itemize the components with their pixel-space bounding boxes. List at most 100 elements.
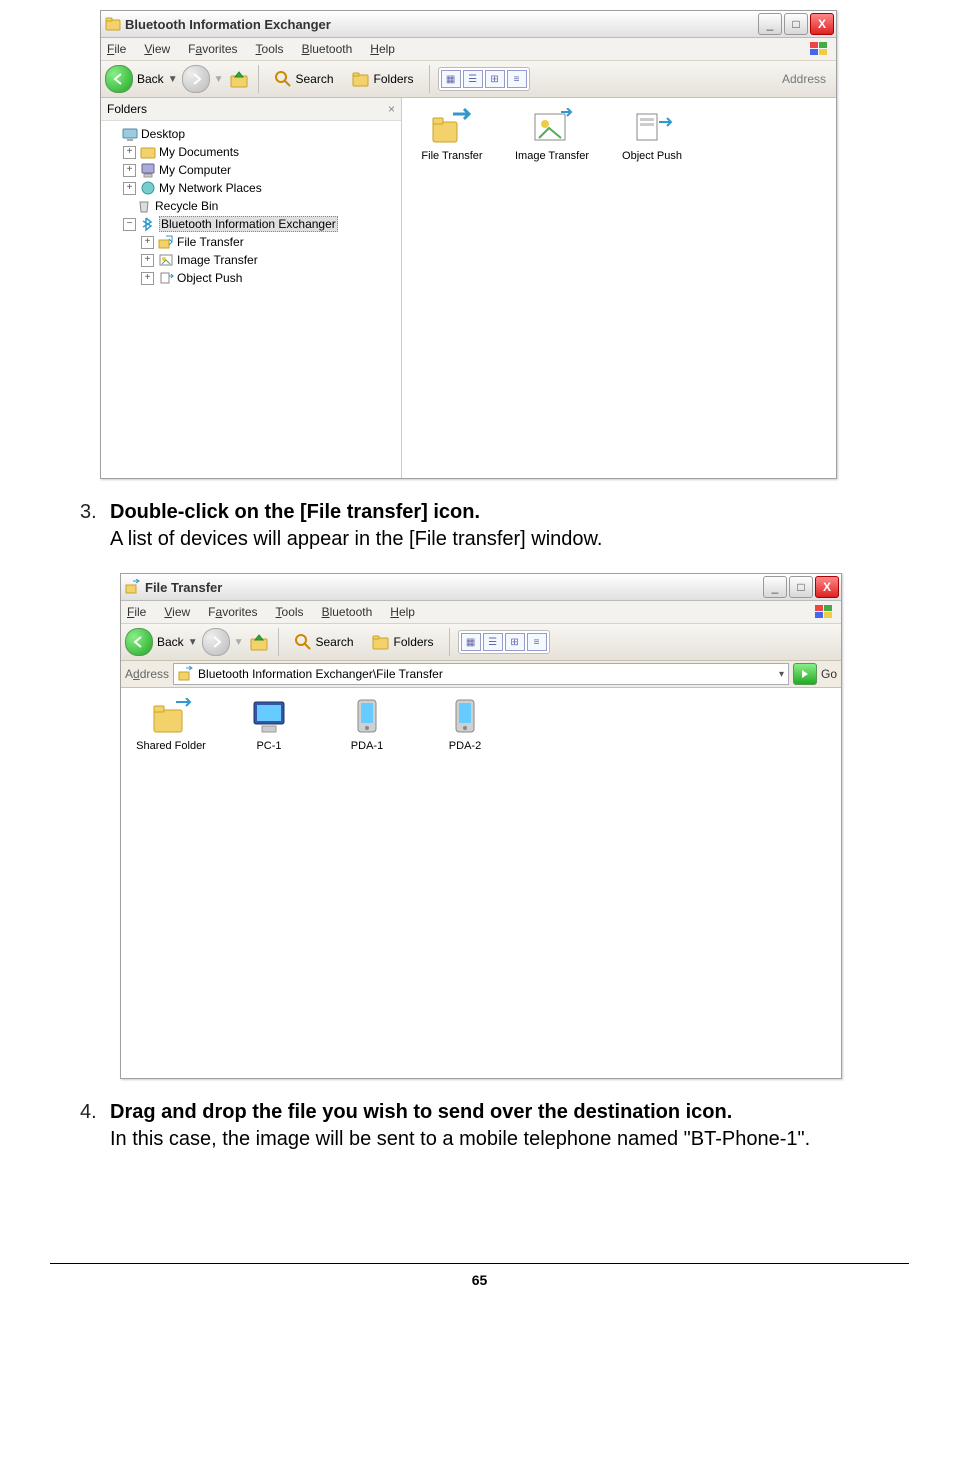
menu-bluetooth[interactable]: Bluetooth	[302, 42, 353, 56]
forward-dropdown-icon[interactable]: ▼	[234, 637, 244, 648]
folders-button[interactable]: Folders	[345, 67, 421, 91]
back-label: Back	[157, 635, 184, 649]
close-button[interactable]: X	[810, 13, 834, 35]
footer-rule	[50, 1263, 909, 1264]
expand-icon[interactable]: +	[123, 182, 136, 195]
menu-tools[interactable]: Tools	[256, 42, 284, 56]
menubar: File View Favorites Tools Bluetooth Help	[121, 601, 841, 624]
expand-icon[interactable]: +	[141, 236, 154, 249]
menu-favorites[interactable]: Favorites	[208, 605, 257, 619]
shared-folder-icon	[150, 698, 192, 736]
expand-icon[interactable]: +	[141, 254, 154, 267]
menu-file[interactable]: File	[127, 605, 146, 619]
tree-desktop[interactable]: Desktop	[105, 125, 397, 143]
item-pda-1[interactable]: PDA-1	[327, 698, 407, 752]
folders-icon	[352, 70, 370, 88]
item-pda-2[interactable]: PDA-2	[425, 698, 505, 752]
window-title: Bluetooth Information Exchanger	[125, 17, 758, 32]
forward-button[interactable]	[182, 65, 210, 93]
desktop-icon	[122, 126, 138, 142]
view-mode-icon[interactable]: ≡	[507, 70, 527, 88]
tree-image-transfer[interactable]: + Image Transfer	[105, 251, 397, 269]
item-image-transfer[interactable]: Image Transfer	[512, 108, 592, 162]
collapse-icon[interactable]: −	[123, 218, 136, 231]
menu-favorites[interactable]: Favorites	[188, 42, 237, 56]
item-shared-folder[interactable]: Shared Folder	[131, 698, 211, 752]
view-mode-buttons[interactable]: ▦ ☰ ⊞ ≡	[438, 67, 530, 91]
view-mode-buttons[interactable]: ▦ ☰ ⊞ ≡	[458, 630, 550, 654]
go-button[interactable]	[793, 663, 817, 685]
search-label: Search	[316, 635, 354, 649]
item-object-push[interactable]: Object Push	[612, 108, 692, 162]
object-push-icon	[631, 108, 673, 146]
tree-my-network[interactable]: + My Network Places	[105, 179, 397, 197]
window-title: File Transfer	[145, 580, 763, 595]
menu-file[interactable]: File	[107, 42, 126, 56]
tree-bluetooth-exchanger[interactable]: − Bluetooth Information Exchanger	[105, 215, 397, 233]
tree-recycle-bin[interactable]: Recycle Bin	[105, 197, 397, 215]
back-button[interactable]	[105, 65, 133, 93]
forward-dropdown-icon[interactable]: ▼	[214, 74, 224, 85]
window-file-transfer: File Transfer _ □ X File View Favorites …	[120, 573, 842, 1079]
tree-my-documents[interactable]: + My Documents	[105, 143, 397, 161]
menubar: File View Favorites Tools Bluetooth Help	[101, 38, 836, 61]
menu-help[interactable]: Help	[390, 605, 415, 619]
expand-icon[interactable]: +	[141, 272, 154, 285]
toolbar-separator	[429, 65, 430, 93]
menu-bluetooth[interactable]: Bluetooth	[322, 605, 373, 619]
maximize-button[interactable]: □	[789, 576, 813, 598]
minimize-button[interactable]: _	[758, 13, 782, 35]
up-folder-button[interactable]	[248, 631, 270, 653]
expand-icon[interactable]: +	[123, 164, 136, 177]
tree-file-transfer[interactable]: + File Transfer	[105, 233, 397, 251]
toolbar-separator	[449, 628, 450, 656]
expand-icon[interactable]: +	[123, 146, 136, 159]
address-value: Bluetooth Information Exchanger\File Tra…	[198, 667, 443, 681]
maximize-button[interactable]: □	[784, 13, 808, 35]
search-label: Search	[296, 72, 334, 86]
tree-object-push[interactable]: + Object Push	[105, 269, 397, 287]
toolbar-separator	[278, 628, 279, 656]
folders-label: Folders	[374, 72, 414, 86]
back-dropdown-icon[interactable]: ▼	[168, 74, 178, 85]
step-bold: Double-click on the [File transfer] icon…	[110, 501, 480, 523]
pda-icon	[346, 698, 388, 736]
item-label: Object Push	[622, 150, 682, 162]
address-dropdown-icon[interactable]: ▾	[779, 669, 784, 680]
item-label: PDA-1	[351, 740, 383, 752]
address-label: Address	[782, 72, 832, 86]
menu-help[interactable]: Help	[370, 42, 395, 56]
view-mode-icon[interactable]: ≡	[527, 633, 547, 651]
close-button[interactable]: X	[815, 576, 839, 598]
back-dropdown-icon[interactable]: ▼	[188, 637, 198, 648]
toolbar-separator	[258, 65, 259, 93]
minimize-button[interactable]: _	[763, 576, 787, 598]
menu-tools[interactable]: Tools	[276, 605, 304, 619]
folders-button[interactable]: Folders	[365, 630, 441, 654]
view-mode-icon[interactable]: ▦	[441, 70, 461, 88]
view-mode-icon[interactable]: ☰	[463, 70, 483, 88]
menu-view[interactable]: View	[164, 605, 190, 619]
search-button[interactable]: Search	[287, 630, 361, 654]
view-mode-icon[interactable]: ☰	[483, 633, 503, 651]
menu-view[interactable]: View	[144, 42, 170, 56]
folders-pane: Folders × Desktop + My Documents + My C	[101, 98, 402, 478]
search-button[interactable]: Search	[267, 67, 341, 91]
view-mode-icon[interactable]: ⊞	[485, 70, 505, 88]
item-file-transfer[interactable]: File Transfer	[412, 108, 492, 162]
folder-icon	[105, 16, 121, 32]
folder-tree[interactable]: Desktop + My Documents + My Computer + M…	[101, 121, 401, 291]
close-pane-button[interactable]: ×	[388, 102, 395, 116]
view-mode-icon[interactable]: ⊞	[505, 633, 525, 651]
page-number: 65	[50, 1272, 909, 1288]
address-field[interactable]: Bluetooth Information Exchanger\File Tra…	[173, 663, 789, 685]
up-folder-button[interactable]	[228, 68, 250, 90]
instruction-step-3: 3. Double-click on the [File transfer] i…	[80, 499, 899, 553]
tree-my-computer[interactable]: + My Computer	[105, 161, 397, 179]
view-mode-icon[interactable]: ▦	[461, 633, 481, 651]
forward-button[interactable]	[202, 628, 230, 656]
content-pane: Shared Folder PC-1 PDA-1 PDA-2	[121, 688, 841, 1078]
item-label: File Transfer	[421, 150, 482, 162]
back-button[interactable]	[125, 628, 153, 656]
item-pc-1[interactable]: PC-1	[229, 698, 309, 752]
